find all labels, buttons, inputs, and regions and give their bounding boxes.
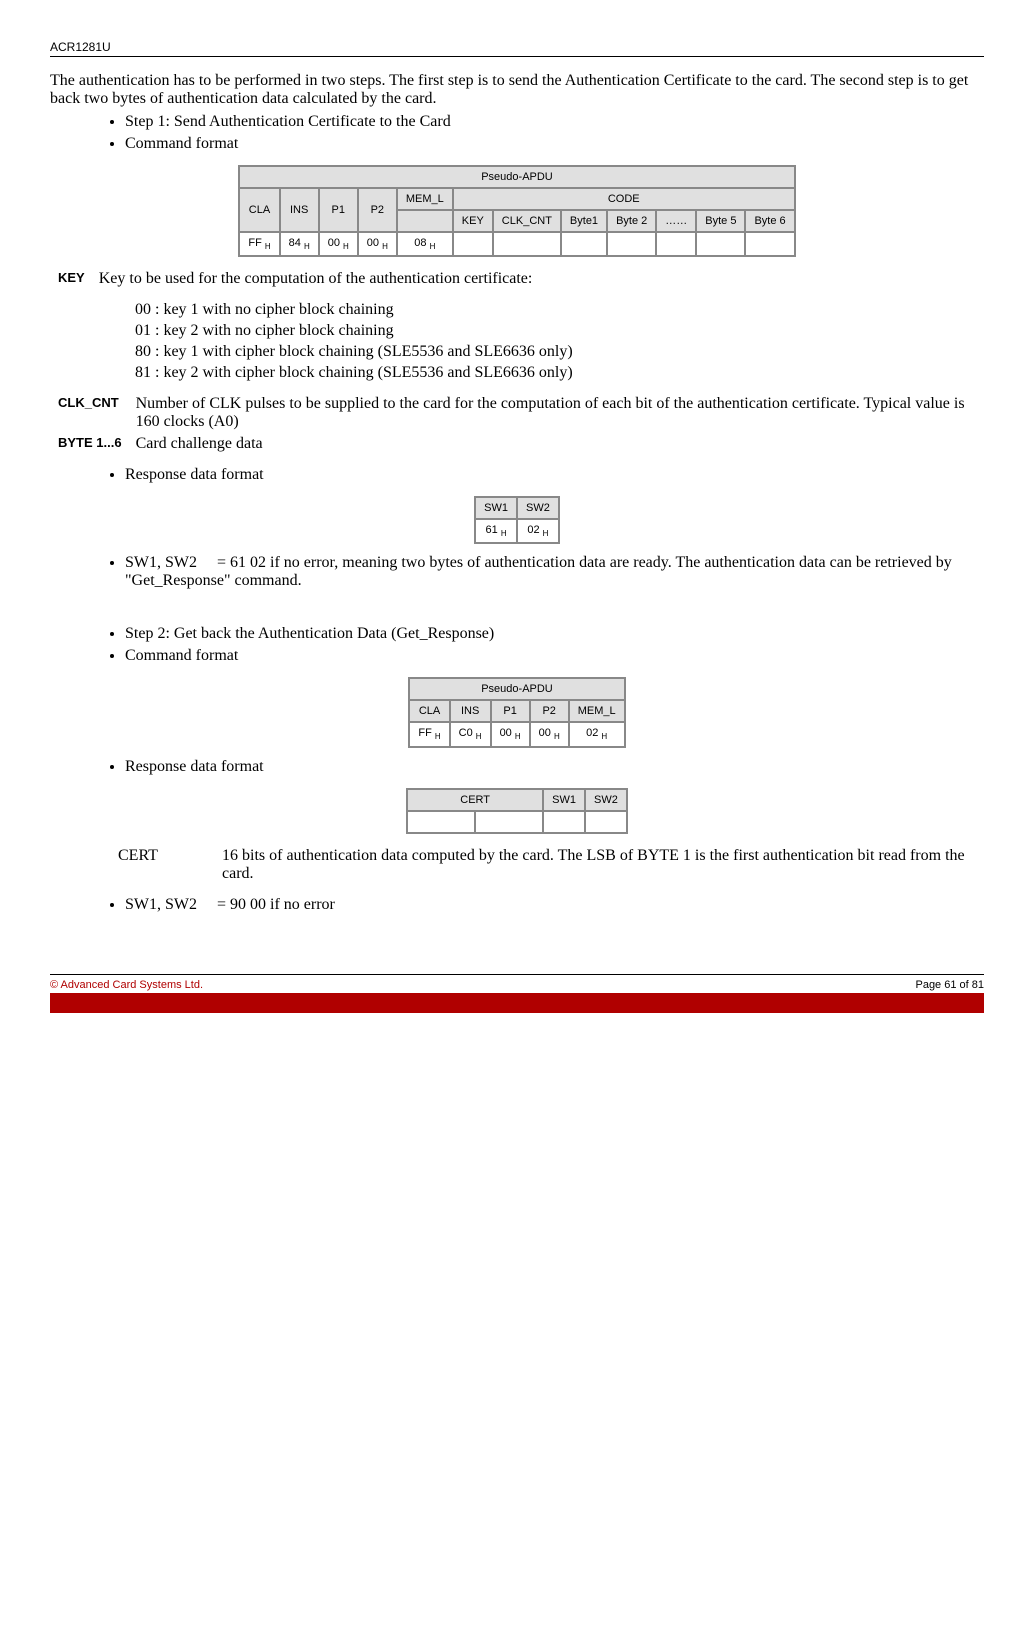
t4-e1 [407,811,475,833]
sw-note: SW1, SW2 = 61 02 if no error, meaning tw… [85,554,984,590]
bullet-step1: Step 1: Send Authentication Certificate … [125,113,984,131]
t1-clk: CLK_CNT [493,210,561,232]
resp-bullets2: Response data format [85,758,984,776]
page-header: ACR1281U [50,40,984,57]
t4-cert: CERT [407,789,543,811]
step1-bullets: Step 1: Send Authentication Certificate … [85,113,984,153]
cert-desc: 16 bits of authentication data computed … [216,846,982,884]
t1-e1 [453,232,493,256]
bullet-cmd-format2: Command format [125,647,984,665]
t3-r-meml: 02 H [569,722,625,746]
t1-e4 [607,232,656,256]
intro-paragraph: The authentication has to be performed i… [50,72,984,108]
def-clk-label: CLK_CNT [52,394,128,432]
t1-r-cla: FF H [239,232,279,256]
t2-sw2: SW2 [517,497,559,519]
step2-bullets: Step 2: Get back the Authentication Data… [85,625,984,665]
t1-p2: P2 [358,188,397,232]
t3-r-cla: FF H [409,722,449,746]
t1-cla: CLA [239,188,279,232]
t3-ins: INS [450,700,491,722]
t1-dots: …… [656,210,696,232]
key-00: 00 : key 1 with no cipher block chaining [135,301,984,319]
page-footer: © Advanced Card Systems Ltd. Page 61 of … [50,974,984,991]
t1-caption: Pseudo-APDU [239,166,794,188]
sw-line2: SW1, SW2 = 90 00 if no error [125,896,984,914]
t3-caption: Pseudo-APDU [409,678,624,700]
t1-e6 [696,232,745,256]
t1-meml: MEM_L [397,188,453,210]
table-sw: SW1 SW2 61 H 02 H [474,496,560,544]
t1-b6: Byte 6 [745,210,794,232]
t1-r-p2: 00 H [358,232,397,256]
t3-r-p2: 00 H [530,722,569,746]
t2-v1: 61 H [475,519,517,543]
t3-cla: CLA [409,700,449,722]
t1-b5: Byte 5 [696,210,745,232]
sw-line: SW1, SW2 = 61 02 if no error, meaning tw… [125,554,984,590]
t1-p1: P1 [319,188,358,232]
cert-def: CERT 16 bits of authentication data comp… [110,844,984,886]
resp-bullets: Response data format [85,466,984,484]
footer-right: Page 61 of 81 [915,979,984,991]
t1-e7 [745,232,794,256]
t3-p1: P1 [491,700,530,722]
def-clk-desc: Number of CLK pulses to be supplied to t… [130,394,982,432]
table-step2-apdu: Pseudo-APDU CLA INS P1 P2 MEM_L FF H C0 … [408,677,625,747]
header-title: ACR1281U [50,40,111,54]
def-byte-label: BYTE 1...6 [52,434,128,454]
def-key-label: KEY [52,269,91,289]
t1-b2: Byte 2 [607,210,656,232]
t4-e3 [543,811,585,833]
def-byte-desc: Card challenge data [130,434,982,454]
bullet-cmd-format: Command format [125,135,984,153]
t1-e5 [656,232,696,256]
t1-r-meml: 08 H [397,232,453,256]
t4-sw2: SW2 [585,789,627,811]
t1-key: KEY [453,210,493,232]
t2-sw1: SW1 [475,497,517,519]
t1-e3 [561,232,607,256]
footer-left: © Advanced Card Systems Ltd. [50,979,203,991]
t4-sw1: SW1 [543,789,585,811]
definitions2: CLK_CNT Number of CLK pulses to be suppl… [50,392,984,456]
def-key-desc: Key to be used for the computation of th… [93,269,539,289]
definitions: KEY Key to be used for the computation o… [50,267,540,291]
t1-r-p1: 00 H [319,232,358,256]
t3-meml: MEM_L [569,700,625,722]
t3-r-ins: C0 H [450,722,491,746]
cert-label: CERT [112,846,214,884]
bullet-step2: Step 2: Get back the Authentication Data… [125,625,984,643]
table-cert: CERT SW1 SW2 [406,788,628,834]
sw-note2: SW1, SW2 = 90 00 if no error [85,896,984,914]
key-01: 01 : key 2 with no cipher block chaining [135,322,984,340]
table-step1-apdu: Pseudo-APDU CLA INS P1 P2 MEM_L CODE KEY… [238,165,795,257]
t4-e2 [475,811,543,833]
t1-e2 [493,232,561,256]
key-options: 00 : key 1 with no cipher block chaining… [135,301,984,382]
t1-blank [397,210,453,232]
t1-code: CODE [453,188,795,210]
t3-r-p1: 00 H [491,722,530,746]
t4-e4 [585,811,627,833]
footer-redbar [50,993,984,1013]
key-81: 81 : key 2 with cipher block chaining (S… [135,364,984,382]
bullet-resp-format2: Response data format [125,758,984,776]
t1-r-ins: 84 H [280,232,319,256]
t2-v2: 02 H [517,519,559,543]
key-80: 80 : key 1 with cipher block chaining (S… [135,343,984,361]
bullet-resp-format: Response data format [125,466,984,484]
t3-p2: P2 [530,700,569,722]
t1-b1: Byte1 [561,210,607,232]
t1-ins: INS [280,188,319,232]
